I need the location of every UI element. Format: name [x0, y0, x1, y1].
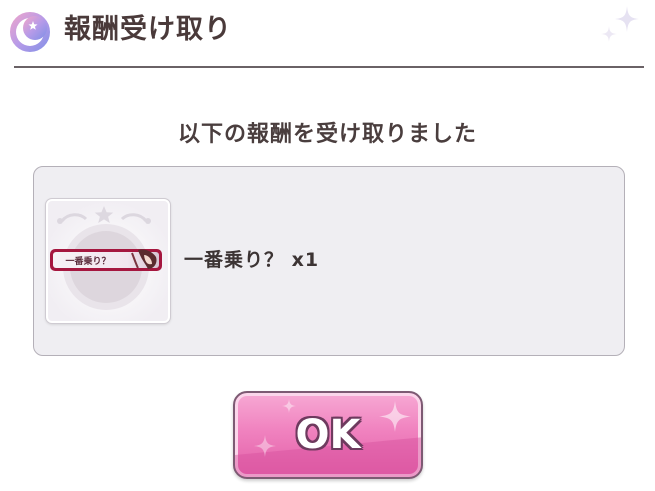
- reward-item-label: 一番乗り？ x1: [184, 249, 320, 271]
- reward-dialog: 報酬受け取り 以下の報酬を受け取りました 一番乗り？ 一番乗り？ x1 OK: [0, 0, 655, 491]
- title-badge-icon: 一番乗り？: [48, 201, 168, 321]
- reward-message: 以下の報酬を受け取りました: [177, 122, 477, 147]
- reward-list-panel: 一番乗り？ 一番乗り？ x1: [33, 166, 625, 356]
- moon-star-icon: [8, 10, 52, 54]
- sparkle-icon: [601, 6, 639, 42]
- ok-button[interactable]: OK: [233, 391, 423, 479]
- badge-text: 一番乗り？: [65, 255, 110, 267]
- ok-button-label: OK: [295, 412, 361, 458]
- dialog-header: 報酬受け取り: [0, 0, 655, 66]
- header-divider: [14, 66, 644, 68]
- dialog-title: 報酬受け取り: [64, 14, 232, 45]
- reward-item-thumbnail: 一番乗り？: [46, 199, 170, 323]
